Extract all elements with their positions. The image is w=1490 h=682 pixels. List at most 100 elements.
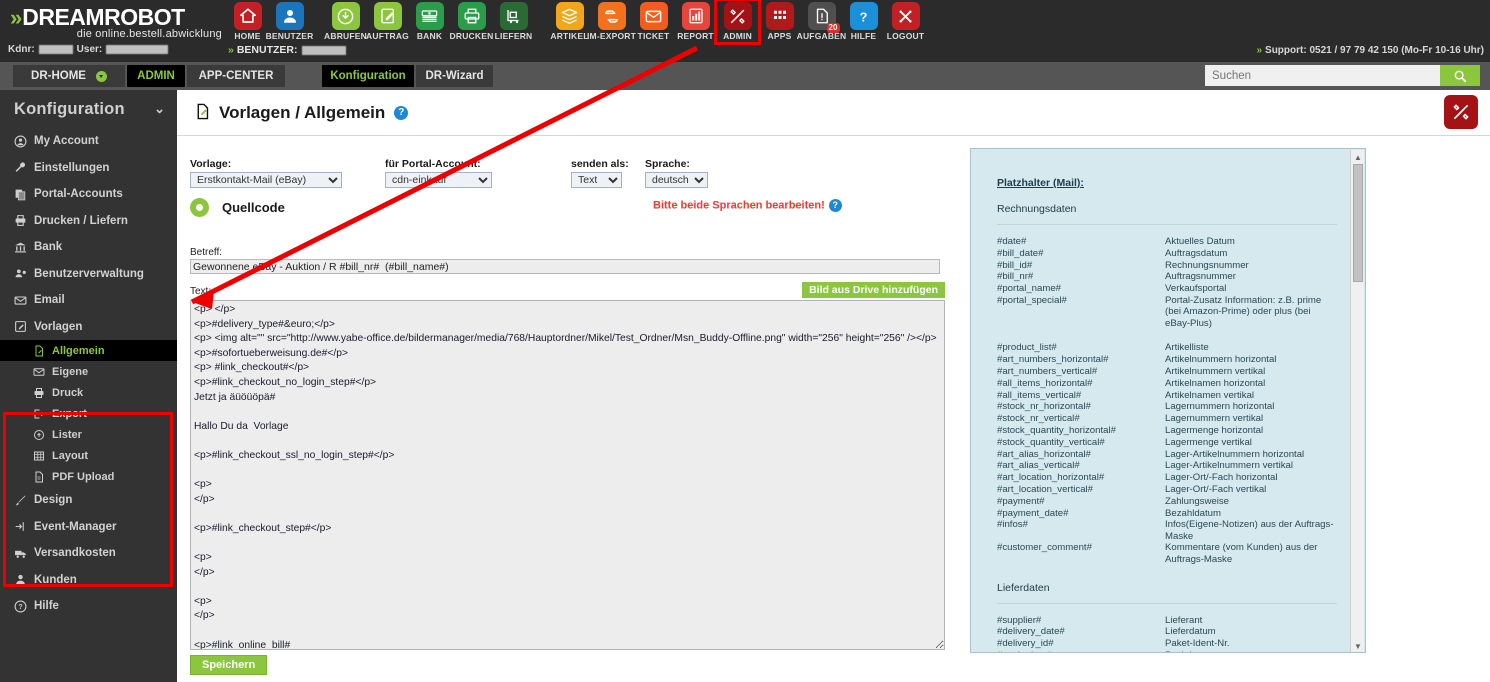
placeholder-key: #bill_date#	[997, 247, 1044, 259]
copy-icon	[14, 188, 34, 201]
nav-liefern-label: LIEFERN	[494, 31, 533, 41]
sidebar-item-label: Vorlagen	[34, 320, 83, 333]
tab-app-center[interactable]: APP-CENTER	[187, 65, 285, 87]
sprache-select[interactable]: deutsch	[645, 172, 708, 188]
tab-dr-wizard[interactable]: DR-Wizard	[416, 65, 493, 87]
tab-dr-home[interactable]: DR-HOME	[13, 65, 125, 87]
sidebar-item-event-manager[interactable]: Event-Manager	[0, 514, 177, 541]
placeholder-section-title: Lieferdaten	[997, 581, 1050, 594]
betreff-input[interactable]	[190, 259, 940, 274]
sidebar-item-label: Design	[34, 494, 73, 507]
table-grid-icon	[33, 450, 52, 462]
scroll-down-icon[interactable]: ▼	[1352, 640, 1364, 652]
nav-report[interactable]: REPORT	[676, 2, 715, 41]
save-button[interactable]: Speichern	[190, 655, 268, 675]
nav-liefern[interactable]: LIEFERN	[494, 2, 533, 41]
sidebar-item-layout[interactable]: Layout	[0, 445, 177, 466]
search-area	[1205, 65, 1480, 86]
sidebar-item-label: Kunden	[34, 573, 77, 586]
nav-ticket[interactable]: TICKET	[634, 2, 673, 41]
document-icon	[33, 345, 52, 357]
sidebar-item-export[interactable]: Export	[0, 403, 177, 424]
scrollbar-thumb[interactable]	[1353, 164, 1363, 282]
sidebar-header[interactable]: Konfiguration ⌄	[0, 90, 177, 128]
table-row: #art_numbers_horizontal# Artikelnummern h…	[997, 354, 1337, 366]
placeholder-desc: Infos(Eigene-Notizen) aus der Auftrags-M…	[1165, 519, 1334, 542]
portal-account-select[interactable]: cdn-einkauf	[385, 172, 492, 188]
sidebar-sub-label: Eigene	[52, 365, 89, 378]
benutzer-value-redacted	[301, 45, 346, 55]
brand-chevron-icon: »	[10, 5, 22, 30]
betreff-label: Betreff:	[190, 247, 223, 258]
sidebar-item-label: Versandkosten	[34, 547, 116, 560]
divider	[997, 602, 1337, 604]
help-icon[interactable]: ?	[828, 199, 842, 212]
order-edit-icon	[373, 2, 402, 30]
top-bar: » DREAMROBOT die online.bestell.abwicklun…	[0, 0, 1490, 62]
nav-apps[interactable]: APPS	[760, 2, 799, 41]
admin-corner-button[interactable]	[1444, 95, 1478, 129]
nav-aufgaben[interactable]: 20 AUFGABEN	[797, 2, 846, 41]
nav-admin[interactable]: ADMIN	[714, 0, 761, 45]
search-input[interactable]	[1205, 65, 1440, 86]
envelope-icon	[639, 2, 668, 30]
table-row: #stock_nr_vertical# Lagernummern vertikal	[997, 413, 1337, 425]
envelope-icon	[33, 366, 52, 378]
sidebar-item-pdf-upload[interactable]: PDF Upload	[0, 466, 177, 487]
placeholder-key: #infos#	[997, 519, 1028, 531]
nav-auftrag[interactable]: AUFTRAG	[366, 2, 409, 41]
quellcode-radio[interactable]	[190, 198, 209, 217]
sidebar-sub-label: Druck	[52, 386, 84, 399]
senden-als-field: senden als: Text	[571, 158, 629, 188]
source-code-textarea[interactable]: <p> </p> <p>#delivery_type#&euro;</p> <p…	[190, 300, 945, 650]
nav-drucken[interactable]: DRUCKEN	[450, 2, 493, 41]
tab-dr-wizard-label: DR-Wizard	[425, 70, 484, 82]
sidebar-item-hilfe[interactable]: ? Hilfe	[0, 593, 177, 620]
vorlage-select[interactable]: Erstkontakt-Mail (eBay)	[190, 172, 342, 188]
quellcode-label: Quellcode	[222, 200, 285, 215]
help-icon[interactable]: ?	[394, 105, 409, 120]
sidebar-item-vorlagen[interactable]: Vorlagen	[0, 314, 177, 341]
chevron-down-icon[interactable]: ⌄	[154, 101, 165, 117]
sidebar-item-allgemein[interactable]: Allgemein	[0, 340, 177, 361]
sidebar-item-bank[interactable]: Bank	[0, 234, 177, 261]
senden-als-select[interactable]: Text	[571, 172, 622, 188]
tab-konfiguration[interactable]: Konfiguration	[322, 65, 414, 87]
betreff-field: Betreff:	[190, 247, 940, 274]
placeholder-panel-title: Platzhalter (Mail):	[997, 177, 1084, 189]
nav-bank[interactable]: BANK	[410, 2, 449, 41]
sidebar-item-lister[interactable]: Lister	[0, 424, 177, 445]
tab-admin[interactable]: ADMIN	[127, 65, 185, 87]
add-image-from-drive-button[interactable]: Bild aus Drive hinzufügen	[802, 282, 945, 298]
scroll-up-icon[interactable]: ▲	[1352, 151, 1364, 163]
sidebar-item-email[interactable]: Email	[0, 287, 177, 314]
sidebar-item-einstellungen[interactable]: Einstellungen	[0, 155, 177, 182]
nav-im-export[interactable]: IM-EXPORT	[587, 2, 636, 41]
placeholder-key: #stock_nr_horizontal#	[997, 401, 1091, 413]
chevron-down-icon[interactable]	[95, 70, 107, 82]
sidebar-item-benutzerverwaltung[interactable]: Benutzerverwaltung	[0, 261, 177, 288]
nav-benutzer[interactable]: BENUTZER	[266, 2, 313, 41]
sidebar-item-eigene[interactable]: Eigene	[0, 361, 177, 382]
sidebar-item-portal-accounts[interactable]: Portal-Accounts	[0, 181, 177, 208]
table-row: #pack_date#Packdatum	[997, 650, 1337, 652]
placeholder-key: #product_list#	[997, 342, 1057, 354]
placeholder-scrollbar[interactable]: ▲ ▼	[1350, 150, 1364, 652]
nav-abrufen[interactable]: ABRUFEN	[324, 2, 367, 41]
quellcode-toggle[interactable]: Quellcode	[190, 198, 285, 217]
nav-home[interactable]: HOME	[228, 2, 267, 41]
nav-hilfe[interactable]: ? HILFE	[844, 2, 883, 41]
sidebar-item-my-account[interactable]: My Account	[0, 128, 177, 155]
sidebar-item-design[interactable]: Design	[0, 487, 177, 514]
nav-logout[interactable]: LOGOUT	[886, 2, 925, 41]
search-button[interactable]	[1440, 65, 1480, 86]
support-text: Support: 0521 / 97 79 42 150 (Mo-Fr 10-1…	[1265, 45, 1484, 56]
sidebar-item-kunden[interactable]: Kunden	[0, 567, 177, 594]
sidebar-item-drucken-liefern[interactable]: Drucken / Liefern	[0, 208, 177, 235]
sprache-field: Sprache: deutsch	[645, 158, 708, 188]
nav-im-export-label: IM-EXPORT	[586, 31, 637, 41]
sidebar-item-druck[interactable]: Druck	[0, 382, 177, 403]
sidebar-item-versandkosten[interactable]: Versandkosten	[0, 540, 177, 567]
nav-artikel[interactable]: ARTIKEL	[550, 2, 589, 41]
placeholder-desc: Aktuelles Datum	[1165, 236, 1235, 247]
